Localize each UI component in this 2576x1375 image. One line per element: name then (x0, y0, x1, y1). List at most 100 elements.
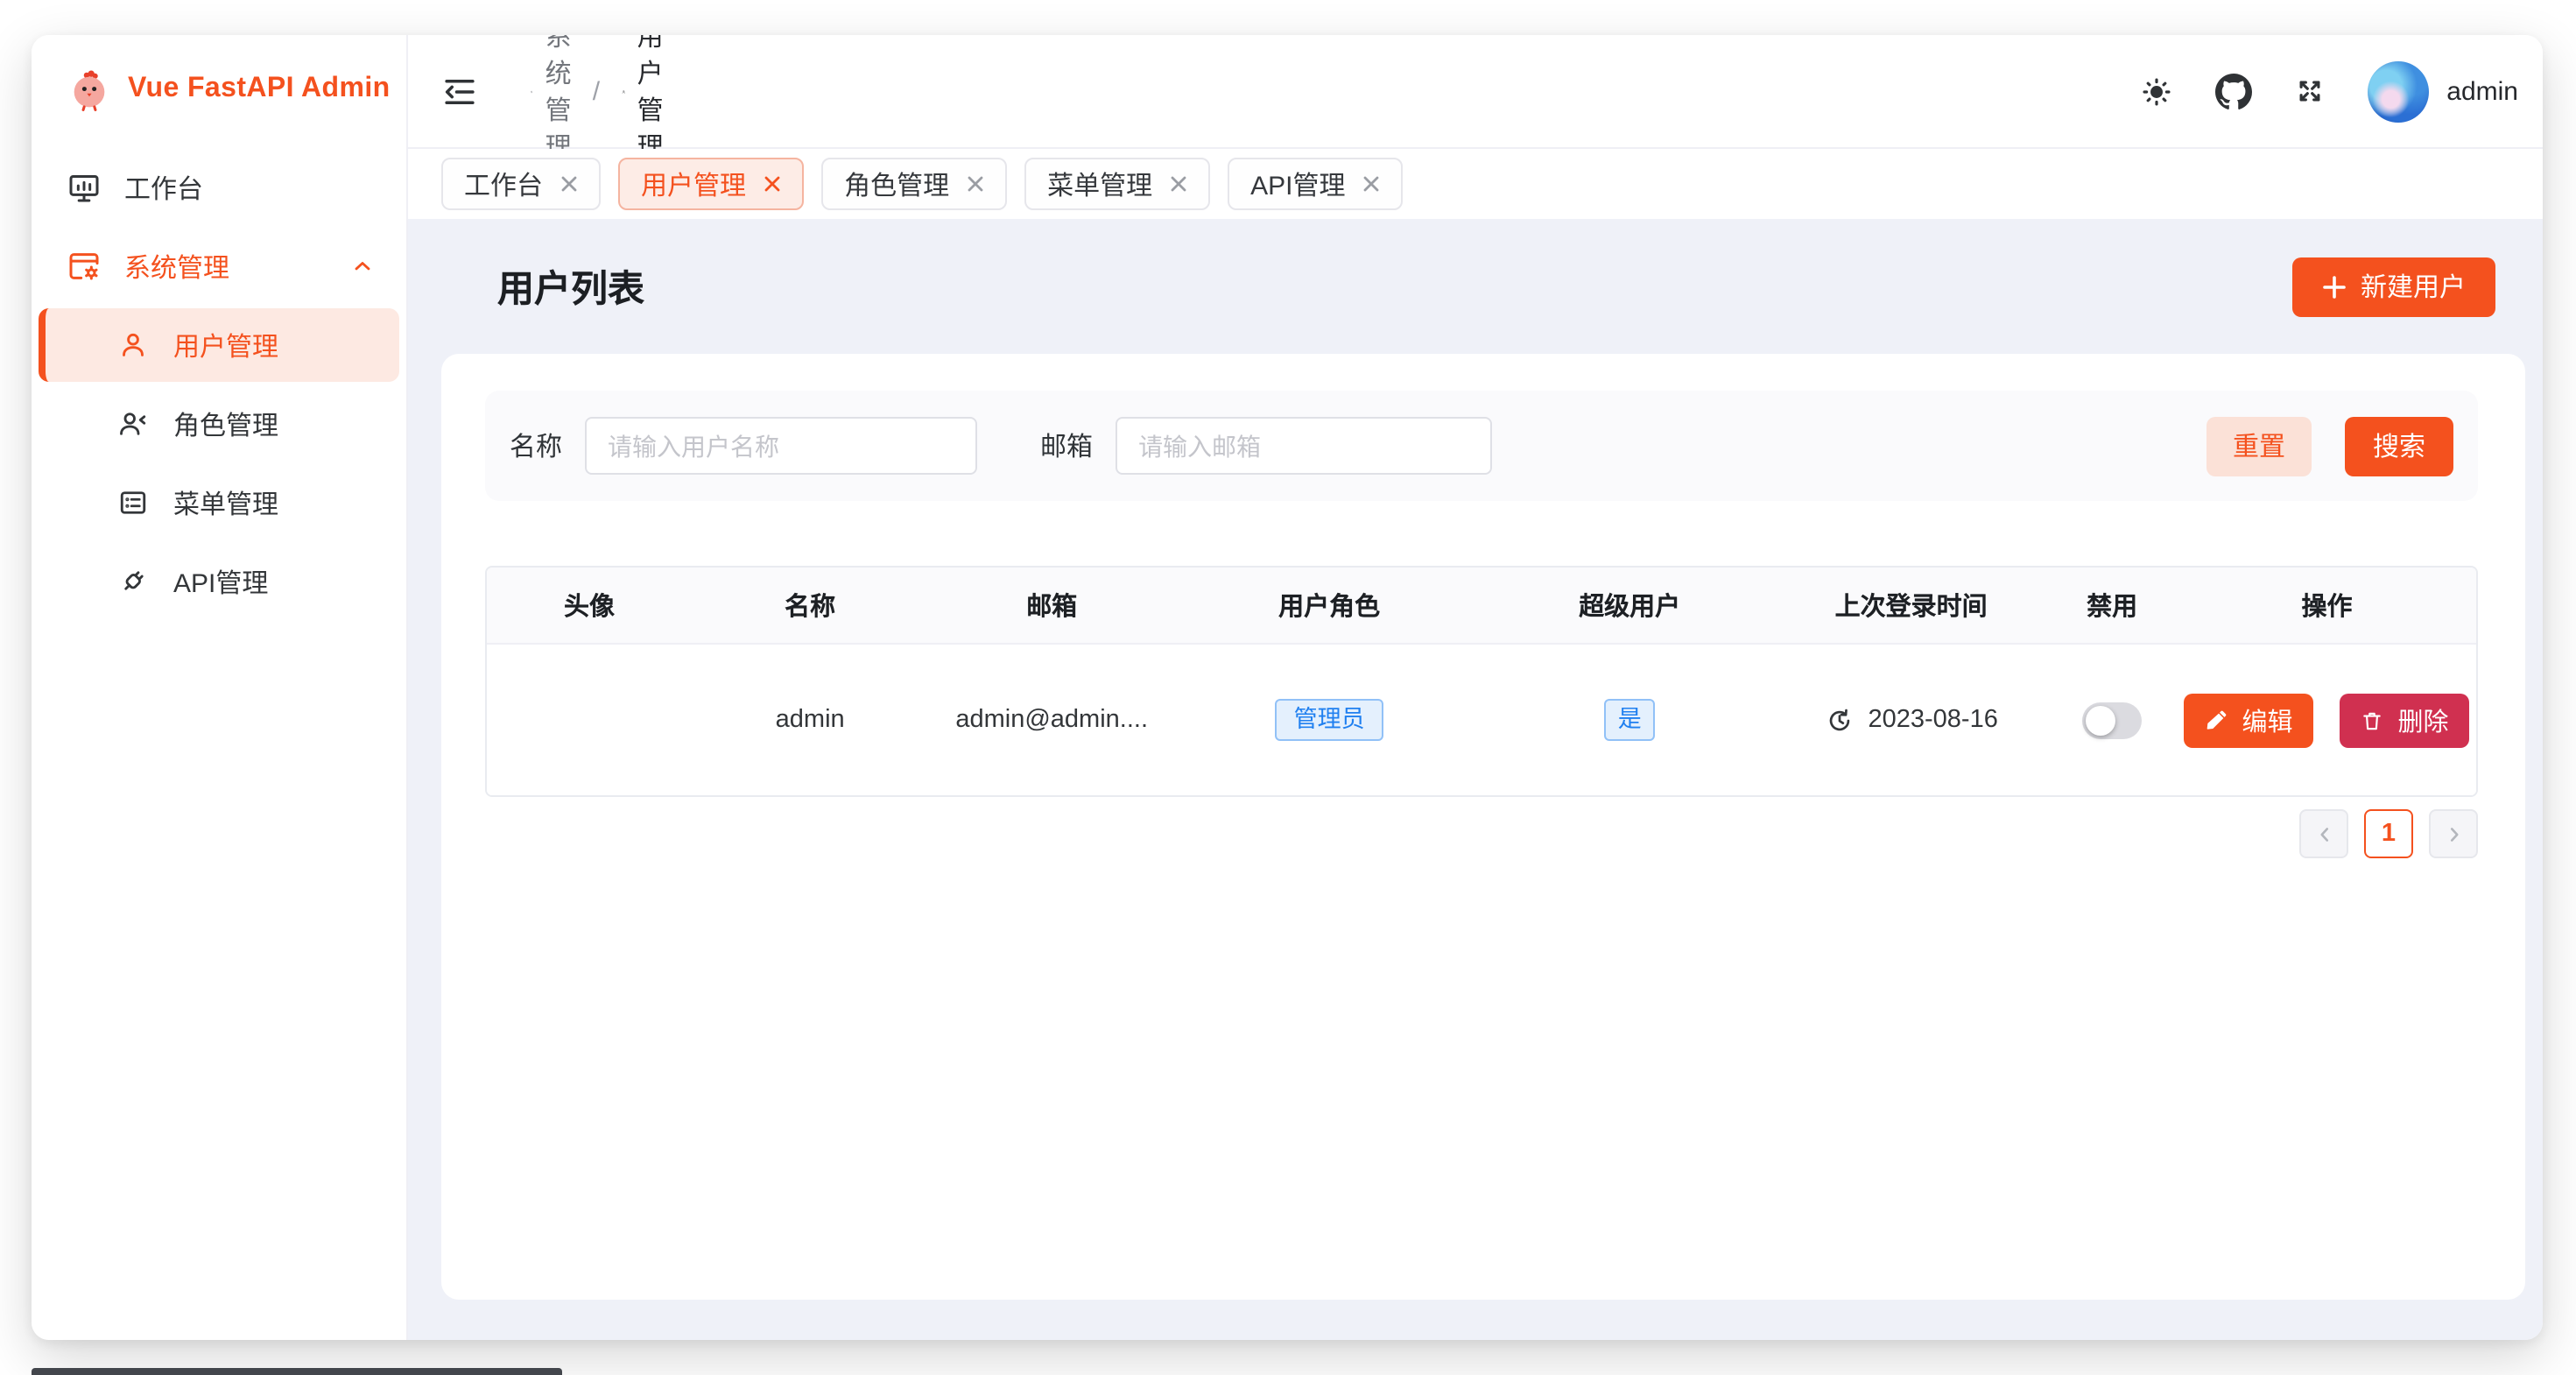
name-filter-input[interactable] (585, 417, 977, 475)
content-card: 名称 邮箱 重置 搜索 头像 名称 邮箱 用户角色 (441, 354, 2525, 1300)
email-filter-input[interactable] (1116, 417, 1492, 475)
sidebar-item-label: 用户管理 (173, 327, 278, 363)
sidebar-item-users[interactable]: 用户管理 (39, 308, 399, 382)
users-table: 头像 名称 邮箱 用户角色 超级用户 上次登录时间 禁用 操作 admin (485, 566, 2478, 797)
col-name: 名称 (692, 587, 928, 624)
sidebar-item-label: API管理 (173, 563, 268, 600)
cell-role: 管理员 (1175, 700, 1483, 741)
role-tag[interactable]: 管理员 (1275, 700, 1384, 741)
sidebar-item-workbench[interactable]: 工作台 (39, 151, 399, 224)
plug-icon (116, 564, 151, 599)
trash-icon (2361, 709, 2383, 731)
sidebar-item-label: 菜单管理 (173, 484, 278, 521)
main-area: 系统管理 / 用户管理 (408, 35, 2543, 1340)
table-row: admin admin@admin.... 管理员 是 (487, 645, 2476, 795)
disabled-toggle[interactable] (2082, 702, 2142, 738)
breadcrumb-item-users[interactable]: 用户管理 (621, 35, 664, 165)
fullscreen-icon[interactable] (2294, 75, 2326, 107)
breadcrumb-label: 系统管理 (545, 35, 572, 165)
sidebar-item-api[interactable]: API管理 (39, 545, 399, 618)
user-icon (621, 76, 625, 106)
tab-label: 用户管理 (641, 166, 746, 202)
tab-bar: 工作台 用户管理 角色管理 菜单管理 API管理 (408, 149, 2543, 219)
topbar-actions: admin (2140, 60, 2518, 122)
col-actions: 操作 (2178, 587, 2476, 624)
email-filter-label: 邮箱 (1040, 427, 1093, 464)
avatar (2368, 60, 2429, 122)
tab-roles[interactable]: 角色管理 (821, 158, 1007, 210)
prev-page-button[interactable] (2299, 809, 2348, 858)
menu-list-icon (116, 485, 151, 520)
col-superuser: 超级用户 (1483, 587, 1776, 624)
delete-button[interactable]: 删除 (2340, 693, 2469, 747)
edit-label: 编辑 (2242, 702, 2292, 738)
page-1-button[interactable]: 1 (2364, 809, 2413, 858)
close-icon[interactable] (1170, 175, 1187, 193)
monitor-icon (67, 170, 102, 205)
sidebar-item-label: 系统管理 (124, 248, 229, 285)
sidebar-item-menus[interactable]: 菜单管理 (39, 466, 399, 539)
name-filter-label: 名称 (510, 427, 562, 464)
tab-api[interactable]: API管理 (1228, 158, 1403, 210)
close-icon[interactable] (967, 175, 984, 193)
sidebar-item-label: 工作台 (124, 169, 203, 206)
next-page-button[interactable] (2429, 809, 2478, 858)
add-user-button[interactable]: 新建用户 (2292, 257, 2495, 316)
system-window-gear-icon (531, 76, 533, 106)
sidebar: Vue FastAPI Admin 工作台 (32, 35, 408, 1340)
tab-label: API管理 (1250, 166, 1345, 202)
search-button[interactable]: 搜索 (2345, 416, 2453, 476)
bottom-edge-artifact (32, 1368, 562, 1375)
plus-icon (2322, 274, 2347, 299)
app-logo[interactable]: Vue FastAPI Admin (32, 35, 406, 144)
cell-superuser: 是 (1483, 700, 1776, 741)
sidebar-item-system[interactable]: 系统管理 (39, 229, 399, 303)
superuser-tag: 是 (1604, 700, 1656, 741)
page-title: 用户列表 (497, 260, 644, 313)
tab-workbench[interactable]: 工作台 (441, 158, 601, 210)
cell-actions: 编辑 删除 (2178, 693, 2476, 747)
app-window: Vue FastAPI Admin 工作台 (32, 35, 2543, 1340)
tab-label: 角色管理 (844, 166, 949, 202)
sidebar-collapse-icon[interactable] (441, 73, 478, 109)
breadcrumb-item-system[interactable]: 系统管理 (531, 35, 572, 165)
pagination: 1 (485, 809, 2478, 858)
breadcrumb-label: 用户管理 (637, 35, 664, 165)
page-header: 用户列表 新建用户 (441, 219, 2525, 354)
table-header: 头像 名称 邮箱 用户角色 超级用户 上次登录时间 禁用 操作 (487, 568, 2476, 645)
role-icon (116, 406, 151, 441)
col-email: 邮箱 (928, 587, 1175, 624)
pencil-icon (2205, 709, 2228, 731)
breadcrumb-separator: / (593, 76, 600, 106)
chevron-up-icon (350, 254, 375, 279)
user-menu[interactable]: admin (2368, 60, 2518, 122)
content-area: 用户列表 新建用户 名称 邮箱 重置 搜索 (408, 219, 2543, 1340)
system-window-gear-icon (67, 249, 102, 284)
close-icon[interactable] (560, 175, 578, 193)
edit-button[interactable]: 编辑 (2184, 693, 2313, 747)
close-icon[interactable] (1363, 175, 1381, 193)
col-role: 用户角色 (1175, 587, 1483, 624)
username: admin (2446, 76, 2518, 106)
breadcrumb: 系统管理 / 用户管理 (531, 35, 874, 165)
reset-button[interactable]: 重置 (2206, 416, 2312, 476)
tab-users[interactable]: 用户管理 (618, 158, 804, 210)
toggle-knob (2086, 705, 2115, 735)
tab-label: 菜单管理 (1047, 166, 1152, 202)
cell-last-login: 2023-08-16 (1776, 705, 2046, 735)
tab-label: 工作台 (464, 166, 543, 202)
close-icon[interactable] (764, 175, 781, 193)
cell-name: admin (692, 706, 928, 734)
tab-menus[interactable]: 菜单管理 (1024, 158, 1210, 210)
delete-label: 删除 (2397, 702, 2448, 738)
history-clock-icon (1825, 705, 1855, 735)
app-title: Vue FastAPI Admin (128, 74, 391, 105)
sidebar-menu: 工作台 系统管理 (32, 144, 406, 624)
theme-sun-icon[interactable] (2140, 74, 2173, 108)
github-icon[interactable] (2215, 73, 2252, 109)
cell-email: admin@admin.... (928, 706, 1175, 734)
sidebar-item-roles[interactable]: 角色管理 (39, 387, 399, 461)
top-bar: 系统管理 / 用户管理 (408, 35, 2543, 149)
cell-disabled (2046, 702, 2178, 738)
last-login-value: 2023-08-16 (1869, 706, 1998, 734)
